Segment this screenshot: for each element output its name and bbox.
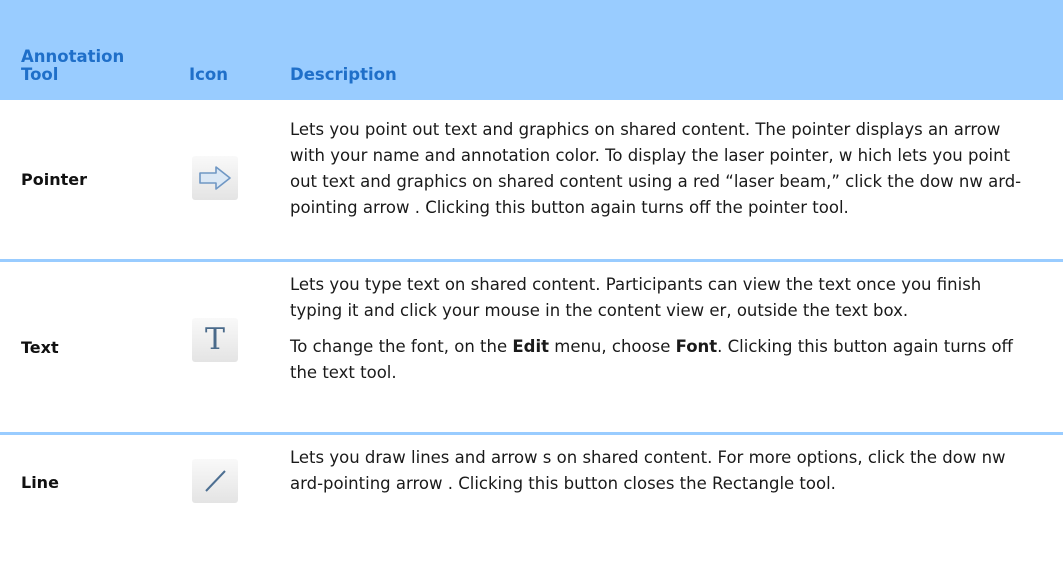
tool-name-line: Line <box>21 473 59 492</box>
description-line: Lets you draw lines and arrow s on share… <box>290 448 1006 493</box>
right-arrow-icon <box>199 166 231 190</box>
table-header: Annotation Tool Icon Description <box>0 0 1063 100</box>
description-text-note: To change the font, on the Edit menu, ch… <box>290 337 1013 382</box>
tool-name-text: Text <box>21 338 59 357</box>
annotation-tools-table: Annotation Tool Icon Description Pointer… <box>0 0 1063 551</box>
edit-menu-ref: Edit <box>512 337 549 356</box>
text-T-icon: T <box>204 322 225 357</box>
pointer-button[interactable] <box>192 156 238 200</box>
table-row: Text T Lets you type text on shared cont… <box>0 262 1063 435</box>
text-button[interactable]: T <box>192 318 238 362</box>
table-row: Pointer Lets you point out text and grap… <box>0 100 1063 262</box>
line-icon <box>205 470 226 492</box>
description-text: Lets you type text on shared content. Pa… <box>290 272 1030 386</box>
description-pointer: Lets you point out text and graphics on … <box>290 120 1022 217</box>
header-description: Description <box>290 65 397 84</box>
table-row: Line Lets you draw lines and arrow s on … <box>0 435 1063 551</box>
line-button[interactable] <box>192 459 238 503</box>
header-icon: Icon <box>189 65 229 84</box>
font-command-ref: Font <box>675 337 718 356</box>
tool-name-pointer: Pointer <box>21 170 87 189</box>
header-annotation-tool: Annotation Tool <box>21 47 125 84</box>
